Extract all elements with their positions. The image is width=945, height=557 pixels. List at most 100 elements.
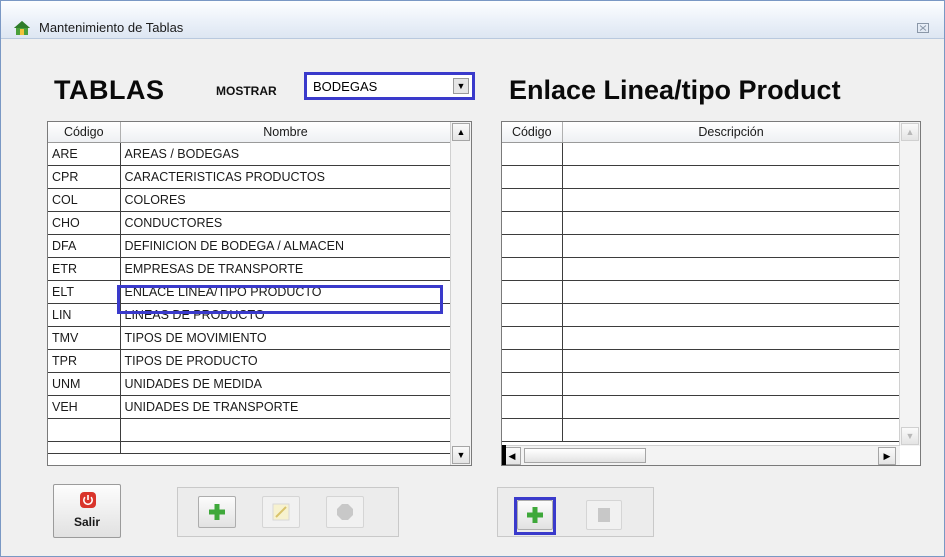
close-button[interactable] [912,21,934,37]
empty-cell[interactable] [502,142,563,166]
cell-nombre[interactable]: TIPOS DE MOVIMIENTO [120,326,452,350]
empty-cell[interactable] [48,418,121,442]
empty-cell[interactable] [48,441,121,454]
empty-cell[interactable] [562,395,901,419]
close-icon [917,23,929,33]
scroll-down-icon[interactable]: ▼ [901,427,919,445]
empty-cell[interactable] [502,211,563,235]
selected-row-highlight [117,285,443,314]
column-header-codigo[interactable]: Código [502,122,563,143]
empty-row[interactable] [48,418,452,442]
table-row[interactable]: TPR TIPOS DE PRODUCTO [48,349,452,373]
empty-cell[interactable] [502,418,563,442]
table-row[interactable]: VEH UNIDADES DE TRANSPORTE [48,395,452,419]
empty-row[interactable] [48,441,452,454]
empty-cell[interactable] [562,142,901,166]
empty-cell[interactable] [502,234,563,258]
cell-codigo[interactable]: UNM [48,372,121,396]
table-row[interactable]: ARE AREAS / BODEGAS [48,142,452,166]
cell-nombre[interactable]: COLORES [120,188,452,212]
column-header-nombre[interactable]: Nombre [120,122,452,143]
table-row[interactable]: UNM UNIDADES DE MEDIDA [48,372,452,396]
cell-codigo[interactable]: LIN [48,303,121,327]
add-button[interactable] [198,496,236,528]
scroll-down-icon[interactable]: ▼ [452,446,470,464]
empty-row[interactable] [502,142,901,166]
empty-cell[interactable] [562,165,901,189]
cell-codigo[interactable]: ETR [48,257,121,281]
cell-nombre[interactable]: DEFINICION DE BODEGA / ALMACEN [120,234,452,258]
empty-cell[interactable] [562,257,901,281]
empty-row[interactable] [502,372,901,396]
cell-codigo[interactable]: ARE [48,142,121,166]
cell-nombre[interactable]: UNIDADES DE TRANSPORTE [120,395,452,419]
empty-row[interactable] [502,326,901,350]
detail-horizontal-scrollbar[interactable]: ◀ ▶ [502,445,900,465]
cell-codigo[interactable]: CPR [48,165,121,189]
empty-row[interactable] [502,188,901,212]
cell-nombre[interactable]: AREAS / BODEGAS [120,142,452,166]
empty-cell[interactable] [562,418,901,442]
empty-cell[interactable] [562,211,901,235]
scroll-up-icon[interactable]: ▲ [452,123,470,141]
empty-row[interactable] [502,165,901,189]
cell-codigo[interactable]: DFA [48,234,121,258]
empty-row[interactable] [502,349,901,373]
empty-cell[interactable] [502,326,563,350]
empty-cell[interactable] [502,257,563,281]
cell-nombre[interactable]: TIPOS DE PRODUCTO [120,349,452,373]
empty-cell[interactable] [502,165,563,189]
cell-nombre[interactable]: EMPRESAS DE TRANSPORTE [120,257,452,281]
tablas-vertical-scrollbar[interactable]: ▲ ▼ [450,122,471,465]
empty-cell[interactable] [562,326,901,350]
table-row[interactable]: CPR CARACTERISTICAS PRODUCTOS [48,165,452,189]
cell-nombre[interactable]: CONDUCTORES [120,211,452,235]
chevron-down-icon[interactable]: ▼ [453,78,469,94]
empty-cell[interactable] [562,280,901,304]
cell-codigo[interactable]: TMV [48,326,121,350]
empty-row[interactable] [502,211,901,235]
empty-cell[interactable] [562,372,901,396]
table-row[interactable]: ETR EMPRESAS DE TRANSPORTE [48,257,452,281]
empty-cell[interactable] [502,303,563,327]
column-header-descripcion[interactable]: Descripción [562,122,901,143]
empty-cell[interactable] [120,441,452,454]
horizontal-scroll-thumb[interactable] [524,448,646,463]
empty-cell[interactable] [502,188,563,212]
empty-cell[interactable] [502,372,563,396]
cell-nombre[interactable]: UNIDADES DE MEDIDA [120,372,452,396]
empty-cell[interactable] [502,349,563,373]
empty-cell[interactable] [120,418,452,442]
column-header-codigo[interactable]: Código [48,122,121,143]
table-row[interactable]: CHO CONDUCTORES [48,211,452,235]
detail-delete-button[interactable] [586,500,622,530]
salir-button[interactable]: Salir [53,484,121,538]
cell-codigo[interactable]: CHO [48,211,121,235]
cell-codigo[interactable]: VEH [48,395,121,419]
detail-vertical-scrollbar[interactable]: ▲ ▼ [899,122,920,446]
empty-row[interactable] [502,280,901,304]
empty-cell[interactable] [562,234,901,258]
empty-row[interactable] [502,395,901,419]
cell-nombre[interactable]: CARACTERISTICAS PRODUCTOS [120,165,452,189]
scroll-right-icon[interactable]: ▶ [878,447,896,465]
table-row[interactable]: DFA DEFINICION DE BODEGA / ALMACEN [48,234,452,258]
cell-codigo[interactable]: ELT [48,280,121,304]
cell-codigo[interactable]: TPR [48,349,121,373]
empty-cell[interactable] [502,395,563,419]
scroll-up-icon[interactable]: ▲ [901,123,919,141]
empty-row[interactable] [502,257,901,281]
empty-row[interactable] [502,303,901,327]
empty-cell[interactable] [562,349,901,373]
table-row[interactable]: TMV TIPOS DE MOVIMIENTO [48,326,452,350]
cell-codigo[interactable]: COL [48,188,121,212]
empty-row[interactable] [502,418,901,442]
empty-cell[interactable] [562,188,901,212]
empty-row[interactable] [502,234,901,258]
delete-button[interactable] [326,496,364,528]
empty-cell[interactable] [502,280,563,304]
mostrar-select[interactable]: BODEGAS ▼ [304,72,475,100]
empty-cell[interactable] [562,303,901,327]
edit-button[interactable] [262,496,300,528]
table-row[interactable]: COL COLORES [48,188,452,212]
